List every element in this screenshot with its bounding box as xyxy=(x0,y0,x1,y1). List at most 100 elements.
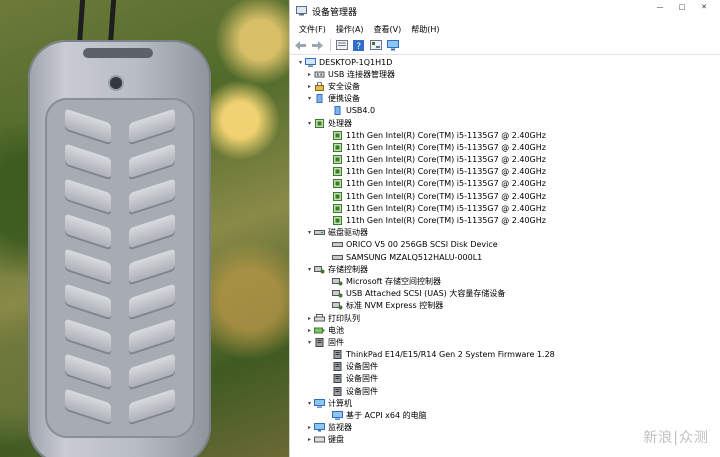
tree-item-portable-usb4[interactable]: USB4.0 xyxy=(290,105,720,117)
grip-panel xyxy=(45,98,195,438)
grip-ridge xyxy=(65,108,111,146)
maximize-button[interactable]: □ xyxy=(671,0,693,14)
forward-arrow-icon[interactable] xyxy=(310,39,325,52)
tree-item-cpu[interactable]: 11th Gen Intel(R) Core(TM) i5-1135G7 @ 2… xyxy=(290,166,720,178)
tree-item-firmware[interactable]: ▾ 固件 xyxy=(290,336,720,348)
tree-item-cpu[interactable]: 11th Gen Intel(R) Core(TM) i5-1135G7 @ 2… xyxy=(290,129,720,141)
tree-item-label: 11th Gen Intel(R) Core(TM) i5-1135G7 @ 2… xyxy=(346,142,546,152)
tree-item-computer[interactable]: ▾ 计算机 xyxy=(290,397,720,409)
grip-ridge xyxy=(65,318,111,356)
tree-item-storage[interactable]: 标准 NVM Express 控制器 xyxy=(290,300,720,312)
processor-icon xyxy=(333,155,342,165)
window-title: 设备管理器 xyxy=(312,7,358,18)
computer-icon xyxy=(332,411,343,420)
close-button[interactable]: ✕ xyxy=(693,0,715,14)
expand-arrow-icon[interactable]: ▸ xyxy=(305,315,314,322)
grip-ridge xyxy=(129,353,175,391)
tree-item-label: 基于 ACPI x64 的电脑 xyxy=(346,411,427,421)
grip-ridge xyxy=(65,353,111,391)
grip-ridge xyxy=(65,248,111,286)
tree-item-label: 设备固件 xyxy=(346,386,378,396)
processor-icon xyxy=(333,191,342,201)
portable-device-icon xyxy=(316,94,323,104)
collapse-arrow-icon[interactable]: ▾ xyxy=(296,59,305,66)
storage-controller-icon xyxy=(314,265,325,274)
tree-item-label: USB Attached SCSI (UAS) 大容量存储设备 xyxy=(346,289,506,299)
svg-text:?: ? xyxy=(356,42,361,51)
screw xyxy=(110,77,122,89)
grip-ridge xyxy=(129,248,175,286)
firmware-icon xyxy=(333,374,342,384)
watermark: 新浪|众测 xyxy=(643,430,709,446)
tree-item-disk-drives[interactable]: ▾ 磁盘驱动器 xyxy=(290,227,720,239)
tree-item-disk[interactable]: SAMSUNG MZALQ512HALU-000L1 xyxy=(290,251,720,263)
properties-icon[interactable] xyxy=(334,39,349,52)
firmware-icon xyxy=(333,350,342,360)
grip-ridge xyxy=(129,143,175,181)
collapse-arrow-icon[interactable]: ▾ xyxy=(305,120,314,127)
tree-item-cpu[interactable]: 11th Gen Intel(R) Core(TM) i5-1135G7 @ 2… xyxy=(290,178,720,190)
tree-item-acpi-pc[interactable]: 基于 ACPI x64 的电脑 xyxy=(290,409,720,421)
grip-ridge xyxy=(65,143,111,181)
tree-item-firmware-entry[interactable]: 设备固件 xyxy=(290,373,720,385)
menu-action[interactable]: 操作(A) xyxy=(331,24,369,35)
tree-item-label: 处理器 xyxy=(328,118,352,128)
tree-item-security[interactable]: ▸ 安全设备 xyxy=(290,80,720,92)
tree-item-label: 计算机 xyxy=(328,398,352,408)
menu-help[interactable]: 帮助(H) xyxy=(406,24,444,35)
back-arrow-icon[interactable] xyxy=(293,39,308,52)
tree-item-label: 便携设备 xyxy=(328,94,360,104)
help-icon[interactable]: ? xyxy=(351,39,366,52)
computer-icon xyxy=(305,57,316,67)
tree-item-usb-connector[interactable]: ▸ USB 连接器管理器 xyxy=(290,68,720,80)
tree-item-label: 11th Gen Intel(R) Core(TM) i5-1135G7 @ 2… xyxy=(346,203,546,213)
expand-arrow-icon[interactable]: ▸ xyxy=(305,327,314,334)
grip-ridge xyxy=(129,108,175,146)
processor-icon xyxy=(333,130,342,140)
expand-arrow-icon[interactable]: ▸ xyxy=(305,83,314,90)
tree-item-firmware-entry[interactable]: ThinkPad E14/E15/R14 Gen 2 System Firmwa… xyxy=(290,349,720,361)
expand-arrow-icon[interactable]: ▸ xyxy=(305,436,314,443)
expand-arrow-icon[interactable]: ▸ xyxy=(305,71,314,78)
menu-bar: 文件(F) 操作(A) 查看(V) 帮助(H) xyxy=(290,22,720,36)
tree-item-cpu[interactable]: 11th Gen Intel(R) Core(TM) i5-1135G7 @ 2… xyxy=(290,214,720,226)
tree-item-cpu[interactable]: 11th Gen Intel(R) Core(TM) i5-1135G7 @ 2… xyxy=(290,202,720,214)
tree-item-cpu[interactable]: 11th Gen Intel(R) Core(TM) i5-1135G7 @ 2… xyxy=(290,154,720,166)
toolbar: ? xyxy=(290,36,720,55)
tree-item-disk[interactable]: ORICO V5 00 256GB SCSI Disk Device xyxy=(290,239,720,251)
grip-ridge xyxy=(129,178,175,216)
processor-icon xyxy=(333,167,342,177)
tree-item-print-queue[interactable]: ▸ 打印队列 xyxy=(290,312,720,324)
tree-root[interactable]: ▾ DESKTOP-1Q1H1D xyxy=(290,56,720,68)
tree-item-label: ThinkPad E14/E15/R14 Gen 2 System Firmwa… xyxy=(346,350,555,360)
keyboard-icon xyxy=(314,436,325,443)
tree-item-processors[interactable]: ▾ 处理器 xyxy=(290,117,720,129)
collapse-arrow-icon[interactable]: ▾ xyxy=(305,400,314,407)
tree-item-storage[interactable]: Microsoft 存储空间控制器 xyxy=(290,275,720,287)
tree-item-cpu[interactable]: 11th Gen Intel(R) Core(TM) i5-1135G7 @ 2… xyxy=(290,190,720,202)
tree-item-firmware-entry[interactable]: 设备固件 xyxy=(290,361,720,373)
collapse-arrow-icon[interactable]: ▾ xyxy=(305,266,314,273)
tree-item-label: 电池 xyxy=(328,325,344,335)
grip-ridge xyxy=(129,213,175,251)
menu-view[interactable]: 查看(V) xyxy=(369,24,407,35)
expand-arrow-icon[interactable]: ▸ xyxy=(305,424,314,431)
menu-file[interactable]: 文件(F) xyxy=(294,24,331,35)
collapse-arrow-icon[interactable]: ▾ xyxy=(305,339,314,346)
computer-icon xyxy=(314,398,325,408)
minimize-button[interactable]: — xyxy=(649,0,671,14)
collapse-arrow-icon[interactable]: ▾ xyxy=(305,95,314,102)
collapse-arrow-icon[interactable]: ▾ xyxy=(305,229,314,236)
monitor-icon[interactable] xyxy=(385,39,400,52)
tree-item-portable[interactable]: ▾ 便携设备 xyxy=(290,93,720,105)
update-driver-icon[interactable] xyxy=(368,39,383,52)
tree-item-battery[interactable]: ▸ 电池 xyxy=(290,324,720,336)
tree-item-label: 11th Gen Intel(R) Core(TM) i5-1135G7 @ 2… xyxy=(346,130,546,140)
tree-item-firmware-entry[interactable]: 设备固件 xyxy=(290,385,720,397)
tree-item-storage-controllers[interactable]: ▾ 存储控制器 xyxy=(290,263,720,275)
tree-item-label: 存储控制器 xyxy=(328,264,368,274)
tree-item-label: 11th Gen Intel(R) Core(TM) i5-1135G7 @ 2… xyxy=(346,167,546,177)
tree-item-storage[interactable]: USB Attached SCSI (UAS) 大容量存储设备 xyxy=(290,288,720,300)
tree-root-label: DESKTOP-1Q1H1D xyxy=(319,57,393,67)
tree-item-cpu[interactable]: 11th Gen Intel(R) Core(TM) i5-1135G7 @ 2… xyxy=(290,141,720,153)
